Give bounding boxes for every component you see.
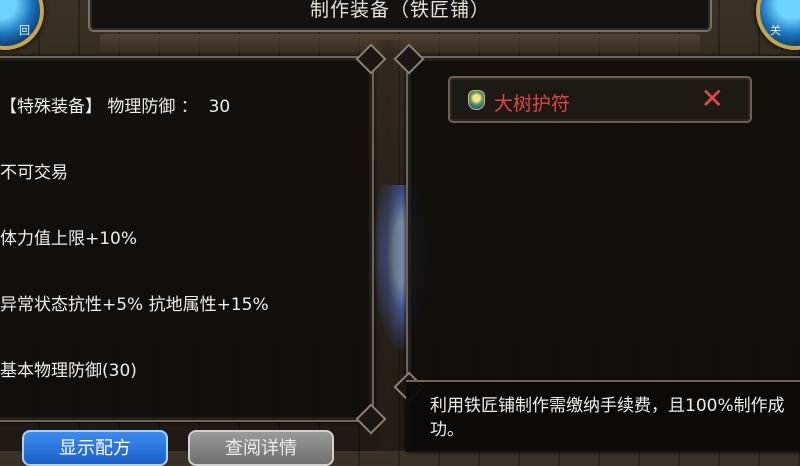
selected-item-name: 大树护符 — [494, 93, 571, 115]
close-x-icon[interactable]: ✕ — [701, 83, 724, 115]
view-details-button[interactable]: 查阅详情 — [188, 430, 334, 466]
back-orb-label: 回 — [19, 24, 30, 37]
title-bar: 制作装备（铁匠铺） — [88, 0, 712, 32]
attribute-line: 体力值上限+10% — [0, 229, 138, 249]
show-recipe-button[interactable]: 显示配方 — [22, 430, 168, 466]
selected-item-slot[interactable]: 大树护符 ✕ — [448, 76, 752, 123]
amulet-icon — [468, 90, 485, 110]
attribute-line: 【特殊装备】 物理防御 ： 30 — [0, 97, 231, 117]
description-box: 利用铁匠铺制作需缴纳手续费，且100%制作成功。 — [406, 380, 800, 452]
fee-description: 利用铁匠铺制作需缴纳手续费，且100%制作成功。 — [430, 396, 785, 440]
attribute-line: 不可交易 — [0, 163, 68, 183]
attribute-line: 异常状态抗性+5% 抗地属性+15% — [0, 295, 269, 315]
window-title: 制作装备（铁匠铺） — [309, 0, 490, 21]
attribute-line: 基本物理防御(30) — [0, 361, 137, 381]
close-orb-label: 关 — [770, 24, 781, 37]
attribute-list: 【特殊装备】 物理防御 ： 30 不可交易 体力值上限+10% 异常状态抗性+5… — [0, 52, 269, 404]
